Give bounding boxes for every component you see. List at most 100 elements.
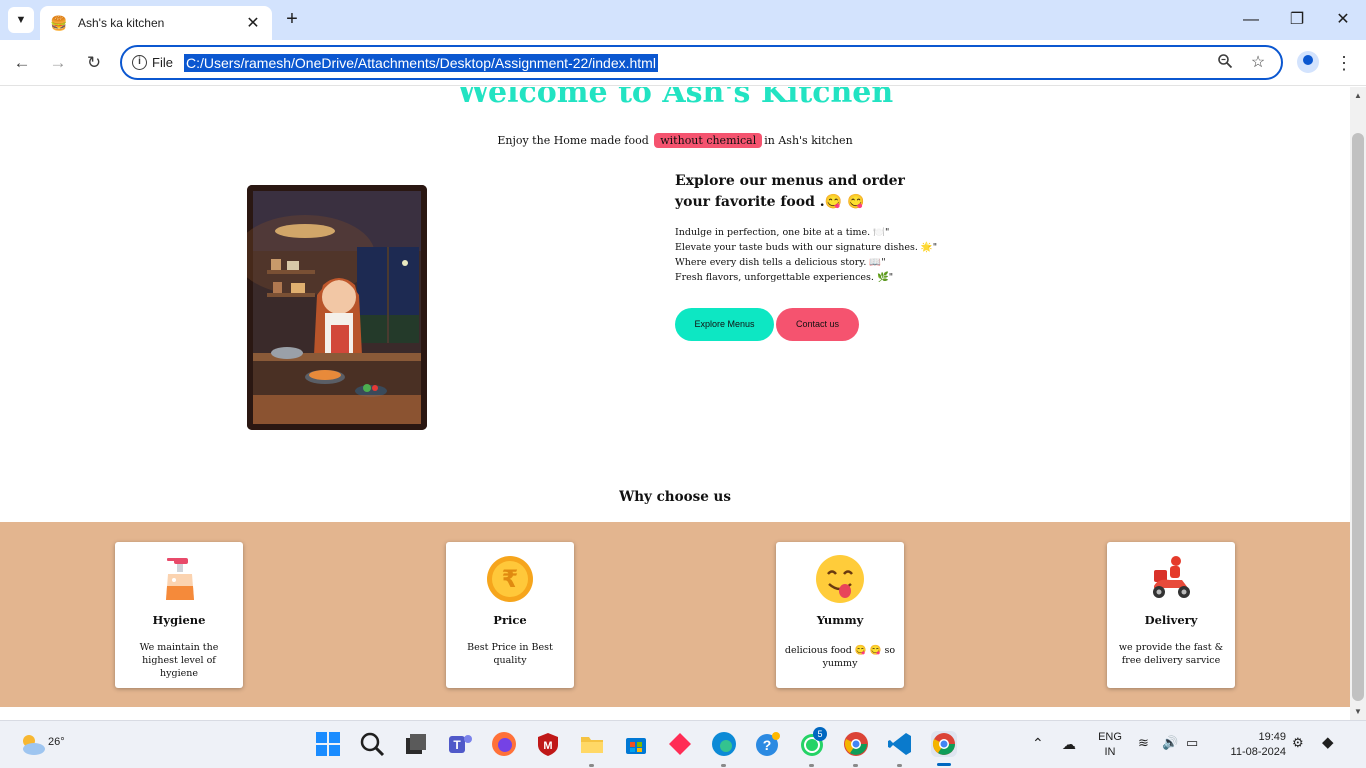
- why-choose-us-heading: Why choose us: [619, 489, 731, 505]
- new-tab-button[interactable]: +: [280, 8, 304, 32]
- tray-overflow-chevron-icon[interactable]: ⌃: [1032, 735, 1044, 752]
- tagline-text-before: Enjoy the Home made food: [497, 134, 649, 147]
- app-diamond-icon[interactable]: [667, 731, 693, 757]
- wifi-icon[interactable]: ≋: [1138, 735, 1149, 751]
- tab-title: Ash's ka kitchen: [78, 16, 165, 30]
- contact-us-button[interactable]: Contact us: [776, 308, 859, 341]
- bookmark-star-icon[interactable]: ☆: [1248, 53, 1268, 73]
- feature-title: Delivery: [1144, 613, 1198, 627]
- page-viewport: Welcome to Ash's Kitchen Enjoy the Home …: [0, 87, 1350, 720]
- svg-text:T: T: [453, 738, 461, 752]
- weather-cloud-icon: [23, 735, 45, 755]
- chrome-icon[interactable]: [843, 731, 869, 757]
- reload-button[interactable]: ↻: [81, 50, 107, 76]
- task-view-icon[interactable]: [403, 731, 429, 757]
- scrollbar-thumb[interactable]: [1352, 133, 1364, 701]
- tagline-text-after: in Ash's kitchen: [764, 134, 853, 147]
- burger-favicon-icon: 🍔: [50, 15, 68, 31]
- feature-title: Price: [493, 613, 527, 627]
- feature-card-price: ₹ Price Best Price in Best quality: [446, 542, 574, 688]
- whatsapp-badge: 5: [813, 727, 827, 741]
- browser-menu-icon[interactable]: ⋮: [1334, 50, 1354, 76]
- yummy-face-icon: [815, 554, 865, 604]
- scheme-label: File: [152, 55, 173, 70]
- volume-icon[interactable]: 🔊: [1162, 735, 1178, 751]
- windows-taskbar: 26° T M ? 5 ⌃ ☁ ENG IN ≋ 🔊 ▭ 19:49 11-08…: [0, 720, 1366, 768]
- tagline-item: Where every dish tells a delicious story…: [675, 257, 886, 268]
- copilot-icon[interactable]: ◆: [1322, 733, 1334, 751]
- page-title: Welcome to Ash's Kitchen: [456, 87, 894, 110]
- running-indicator: [589, 764, 594, 767]
- help-icon[interactable]: ?: [755, 731, 781, 757]
- feature-text: we provide the fast & free delivery sarv…: [1118, 642, 1224, 666]
- tab-close-icon[interactable]: ✕: [244, 13, 262, 33]
- zoom-icon[interactable]: [1215, 53, 1235, 73]
- svg-text:M: M: [543, 740, 552, 752]
- search-icon[interactable]: [359, 731, 385, 757]
- scroll-down-arrow-icon[interactable]: ▼: [1353, 707, 1363, 716]
- minimize-button[interactable]: —: [1236, 8, 1266, 32]
- rupee-coin-icon: ₹: [485, 554, 535, 604]
- feature-card-hygiene: Hygiene We maintain the highest level of…: [115, 542, 243, 688]
- whatsapp-icon[interactable]: 5: [799, 727, 827, 757]
- start-windows-icon[interactable]: [315, 731, 341, 757]
- restore-button[interactable]: ❐: [1282, 8, 1312, 32]
- teams-icon[interactable]: T: [447, 731, 473, 757]
- browser-tab[interactable]: 🍔 Ash's ka kitchen ✕: [40, 6, 272, 40]
- browser-tab-bar: ▼ 🍔 Ash's ka kitchen ✕ + — ❐ ✕: [0, 0, 1366, 40]
- notification-icon[interactable]: ⚙: [1292, 735, 1304, 751]
- feature-title: Hygiene: [152, 613, 206, 627]
- browser-toolbar: ← → ↻ i File C:/Users/ramesh/OneDrive/At…: [0, 40, 1366, 86]
- language-top: ENG: [1098, 731, 1122, 743]
- running-indicator: [853, 764, 858, 767]
- soap-dispenser-icon: [154, 554, 204, 604]
- forward-button[interactable]: →: [45, 50, 71, 76]
- microsoft-store-icon[interactable]: [623, 731, 649, 757]
- hero-tagline: Enjoy the Home made food without chemica…: [0, 133, 1350, 148]
- profile-avatar-icon[interactable]: [1297, 51, 1319, 73]
- url-text[interactable]: C:/Users/ramesh/OneDrive/Attachments/Des…: [184, 54, 658, 72]
- clock[interactable]: 19:49 11-08-2024: [1218, 730, 1286, 760]
- back-button[interactable]: ←: [9, 50, 35, 76]
- address-bar[interactable]: i File C:/Users/ramesh/OneDrive/Attachme…: [120, 45, 1283, 80]
- edge-icon[interactable]: [711, 731, 737, 757]
- clock-date: 11-08-2024: [1230, 746, 1286, 758]
- tagline-item: Elevate your taste buds with our signatu…: [675, 242, 938, 253]
- running-indicator: [809, 764, 814, 767]
- site-info-icon[interactable]: i: [132, 55, 147, 70]
- weather-temperature: 26°: [48, 736, 65, 748]
- scroll-up-arrow-icon[interactable]: ▲: [1353, 91, 1363, 100]
- feature-card-yummy: Yummy delicious food 😋 😋 so yummy: [776, 542, 904, 688]
- onedrive-sync-icon[interactable]: ☁: [1062, 736, 1076, 753]
- close-window-button[interactable]: ✕: [1328, 8, 1358, 32]
- language-indicator[interactable]: ENG IN: [1094, 730, 1126, 760]
- page-scrollbar[interactable]: ▲ ▼: [1350, 87, 1366, 720]
- tagline-highlight: without chemical: [654, 133, 763, 148]
- clock-time: 19:49: [1258, 731, 1286, 743]
- tagline-item: Fresh flavors, unforgettable experiences…: [675, 272, 894, 283]
- svg-text:₹: ₹: [502, 565, 519, 593]
- mcafee-shield-icon[interactable]: M: [535, 731, 561, 757]
- firefox-icon[interactable]: [491, 731, 517, 757]
- tagline-item: Indulge in perfection, one bite at a tim…: [675, 227, 890, 238]
- features-band: Hygiene We maintain the highest level of…: [0, 522, 1350, 707]
- feature-title: Yummy: [816, 613, 864, 627]
- weather-widget[interactable]: 26°: [18, 729, 65, 761]
- vscode-icon[interactable]: [887, 731, 913, 757]
- svg-text:?: ?: [763, 737, 772, 753]
- language-bottom: IN: [1104, 746, 1116, 758]
- running-indicator: [721, 764, 726, 767]
- explore-heading: Explore our menus and order your favorit…: [675, 173, 905, 210]
- tagline-list: Indulge in perfection, one bite at a tim…: [675, 225, 937, 285]
- feature-text: We maintain the highest level of hygiene: [139, 642, 219, 679]
- chrome-active-icon[interactable]: [931, 731, 957, 757]
- delivery-scooter-icon: [1146, 554, 1196, 604]
- feature-text: Best Price in Best quality: [467, 642, 553, 666]
- feature-card-delivery: Delivery we provide the fast & free deli…: [1107, 542, 1235, 688]
- battery-icon[interactable]: ▭: [1186, 735, 1198, 751]
- file-explorer-icon[interactable]: [579, 731, 605, 757]
- active-indicator: [937, 763, 951, 766]
- kitchen-girl-illustration: [247, 185, 427, 430]
- tab-search-button[interactable]: ▼: [8, 7, 34, 33]
- explore-menus-button[interactable]: Explore Menus: [675, 308, 774, 341]
